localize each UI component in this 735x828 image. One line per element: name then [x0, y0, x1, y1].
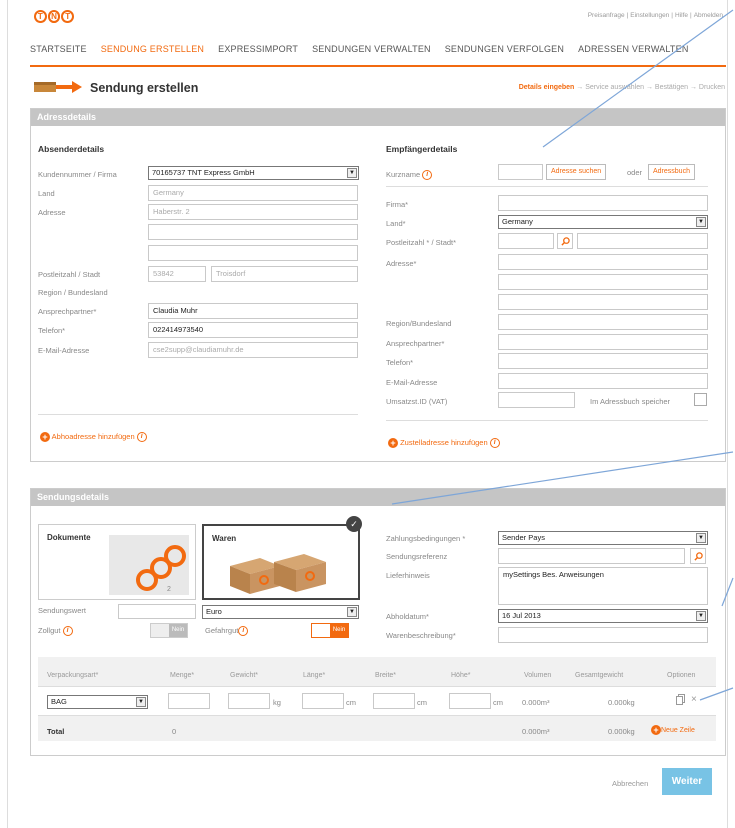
callout-lines	[391, 9, 734, 701]
